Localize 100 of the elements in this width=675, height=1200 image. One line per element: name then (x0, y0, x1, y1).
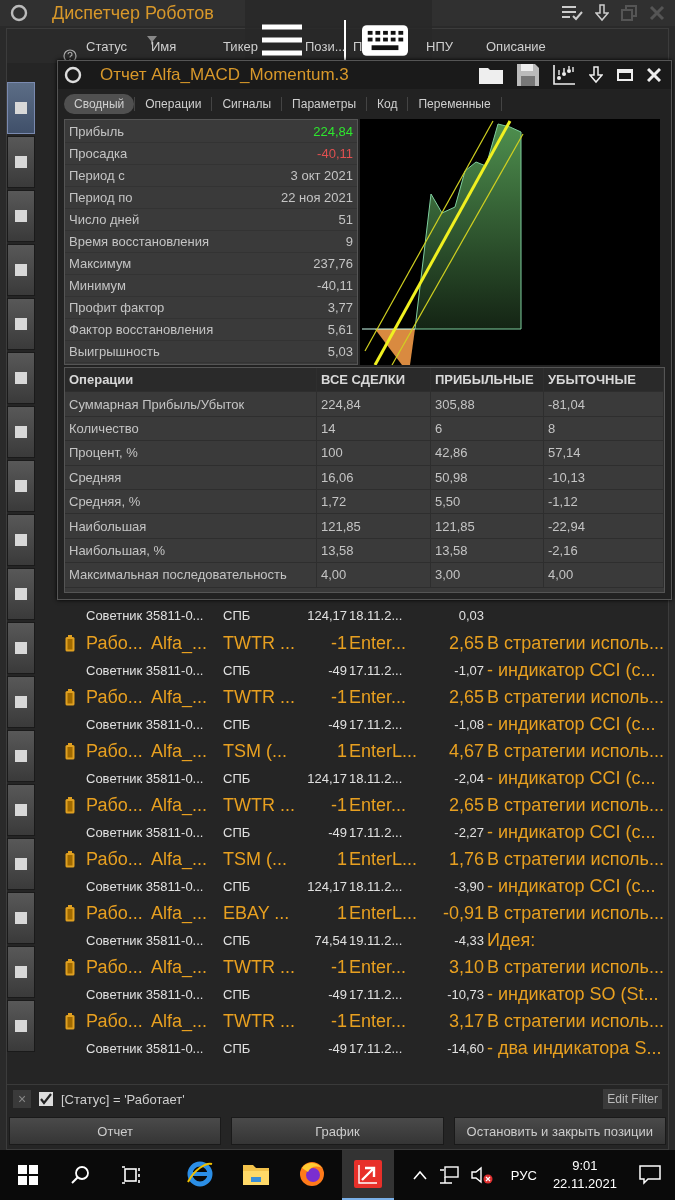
value-cell-text: -4,33 (454, 932, 485, 948)
stat-value: -40,11 (317, 146, 353, 161)
row-selector[interactable] (7, 838, 35, 890)
table-cell: 4,00 (317, 563, 431, 587)
advisor-cell-text: Советник 35811-0... (86, 716, 205, 732)
row-selector[interactable] (7, 136, 35, 188)
tab[interactable]: Параметры (282, 94, 367, 114)
chevron-up-icon[interactable] (412, 1170, 427, 1180)
tab[interactable]: Операции (135, 94, 212, 114)
table-cell: 121,85 (317, 514, 431, 538)
help-icon[interactable] (63, 49, 77, 63)
table-cell: 42,86 (431, 441, 544, 465)
muted-speaker-icon[interactable] (470, 1166, 493, 1184)
advisor-cell-text: Советник 35811-0... (86, 662, 205, 678)
tab[interactable]: Переменные (408, 94, 501, 114)
battery-icon (65, 958, 75, 976)
windows-start-icon[interactable] (18, 1165, 38, 1185)
battery-icon (65, 688, 75, 706)
row-selector[interactable] (7, 190, 35, 242)
row-selector[interactable] (7, 622, 35, 674)
position-cell-text: 1 (337, 740, 348, 762)
search-icon[interactable] (70, 1165, 90, 1185)
advisor-cell-text: Советник 35811-0... (86, 1040, 205, 1056)
value-cell-text: -14,60 (447, 1040, 485, 1056)
value-cell-text: 4,67 (448, 740, 485, 762)
notification-icon[interactable] (639, 1165, 661, 1185)
column-header[interactable]: Описание (486, 38, 546, 54)
row-selector[interactable] (7, 892, 35, 944)
action-button[interactable]: Остановить и закрыть позиции (453, 1117, 666, 1145)
row-selector[interactable] (7, 514, 35, 566)
row-selector[interactable] (7, 1000, 35, 1052)
table-cell: Процент, % (65, 441, 317, 465)
column-header[interactable]: НПУ (426, 38, 453, 54)
taskbar-app-button[interactable] (342, 1150, 394, 1200)
tab[interactable]: Сводный (64, 94, 135, 114)
table-cell: 13,58 (317, 538, 431, 563)
tab[interactable]: Сигналы (212, 94, 282, 114)
clock-date[interactable]: 22.11.2021 (552, 1175, 617, 1193)
language-indicator[interactable]: РУС (510, 1167, 537, 1183)
name-cell-text: Alfa_... (151, 794, 209, 816)
minimize-icon[interactable] (617, 69, 633, 81)
column-header[interactable]: Имя (151, 38, 177, 54)
chart-icon[interactable] (553, 65, 575, 85)
row-selector[interactable] (7, 298, 35, 350)
filter-text: [Статус] = 'Работает' (61, 1091, 185, 1107)
entry-cell-text: Enter... (349, 686, 408, 708)
status-cell-text: Рабо... (86, 686, 144, 708)
stat-label: Прибыль (69, 124, 124, 139)
filter-checkbox[interactable] (39, 1092, 53, 1106)
folder-icon (242, 1162, 270, 1186)
row-selector[interactable] (7, 784, 35, 836)
clock-time[interactable]: 9:01 (572, 1157, 598, 1175)
row-selector[interactable] (7, 460, 35, 512)
row-selector[interactable] (7, 676, 35, 728)
description-cell-text: - индикатор CCI (с... (486, 713, 657, 735)
network-icon[interactable] (438, 1166, 459, 1184)
keyboard-icon[interactable] (362, 24, 408, 56)
circle-icon (64, 66, 82, 84)
column-header[interactable]: Тикер (223, 38, 258, 54)
row-selector[interactable] (7, 946, 35, 998)
save-icon[interactable] (517, 64, 539, 86)
exchange-cell-text: СПБ (223, 878, 252, 894)
stat-value: 5,61 (327, 322, 353, 337)
row-selector[interactable] (7, 730, 35, 782)
row-selector[interactable] (7, 352, 35, 404)
value-cell-text: 1,76 (448, 848, 485, 870)
task-view-icon[interactable] (122, 1165, 142, 1185)
status-cell-text: Рабо... (86, 740, 144, 762)
edit-filter-button[interactable]: Edit Filter (603, 1089, 662, 1109)
down-arrow-icon[interactable] (595, 4, 609, 22)
stat-value: 3,77 (327, 300, 353, 315)
exchange-cell-text: СПБ (223, 1040, 252, 1056)
menu-icon[interactable] (262, 24, 302, 56)
table-cell: 14 (317, 416, 431, 441)
column-header[interactable]: Статус (86, 38, 128, 54)
battery-icon (65, 742, 75, 760)
stat-label: Период по (69, 190, 133, 205)
row-selector[interactable] (7, 82, 35, 134)
table-cell: 8 (544, 416, 664, 441)
folder-icon[interactable] (479, 66, 503, 84)
date-cell-text: 17.11.2... (349, 662, 404, 678)
tab[interactable]: Код (367, 94, 408, 114)
ticker-cell-text: TSM (... (223, 740, 288, 762)
action-button[interactable]: График (231, 1117, 444, 1145)
checklist-icon[interactable] (561, 5, 583, 21)
row-selector[interactable] (7, 244, 35, 296)
description-cell-text: - два индикатора S... (486, 1037, 663, 1059)
status-cell-text: Рабо... (86, 902, 144, 924)
row-selector[interactable] (7, 406, 35, 458)
status-cell-text: Рабо... (86, 794, 144, 816)
action-button[interactable]: Отчет (9, 1117, 222, 1145)
ticker-cell-text: TWTR ... (223, 956, 296, 978)
ticker-cell-text: TWTR ... (223, 632, 296, 654)
column-header[interactable]: П (353, 38, 363, 54)
date-cell-text: 18.11.2... (349, 878, 404, 894)
row-selector[interactable] (7, 568, 35, 620)
stat-value: 237,76 (313, 256, 353, 271)
exchange-cell-text: СПБ (223, 932, 252, 948)
value-cell-text: 3,10 (448, 956, 485, 978)
stat-label: Фактор восстановления (69, 322, 214, 337)
